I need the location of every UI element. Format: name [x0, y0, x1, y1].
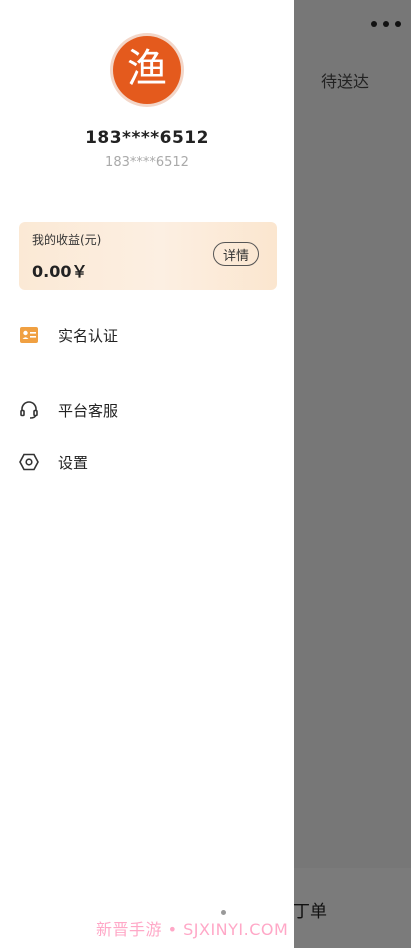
menu-item-real-name-verification[interactable]: 实名认证: [19, 322, 279, 348]
menu-item-customer-service[interactable]: 平台客服: [19, 397, 279, 423]
watermark: 新晋手游 • SJXINYI.COM: [96, 920, 289, 939]
menu-label: 设置: [58, 453, 89, 472]
screen: 待送达 丁单 渔 183****6512 183****6512 我的收益(元)…: [0, 0, 411, 948]
id-card-icon: [19, 325, 39, 345]
bottom-tab-orders[interactable]: 丁单: [293, 897, 327, 922]
menu-label: 平台客服: [58, 401, 119, 420]
user-name: 183****6512: [85, 128, 209, 148]
user-subtitle: 183****6512: [105, 155, 189, 170]
avatar-logo-glyph: 渔: [127, 46, 167, 92]
earnings-card: 我的收益(元) 0.00￥ 详情: [19, 222, 277, 290]
earnings-title: 我的收益(元): [32, 233, 102, 247]
more-dots-icon: [383, 21, 389, 27]
settings-hexagon-icon: [19, 452, 39, 472]
avatar[interactable]: 渔: [113, 36, 181, 104]
menu-label: 实名认证: [58, 326, 119, 345]
side-drawer: 渔 183****6512 183****6512 我的收益(元) 0.00￥ …: [0, 0, 294, 948]
earnings-detail-button[interactable]: 详情: [213, 242, 259, 266]
more-options-button[interactable]: [371, 14, 401, 34]
menu-item-settings[interactable]: 设置: [19, 449, 279, 475]
more-dots-icon: [371, 21, 377, 27]
more-dots-icon: [395, 21, 401, 27]
headset-icon: [19, 400, 39, 420]
earnings-value: 0.00￥: [32, 262, 88, 281]
home-indicator-dot: [221, 910, 226, 915]
tab-pending-delivery[interactable]: 待送达: [300, 68, 390, 92]
